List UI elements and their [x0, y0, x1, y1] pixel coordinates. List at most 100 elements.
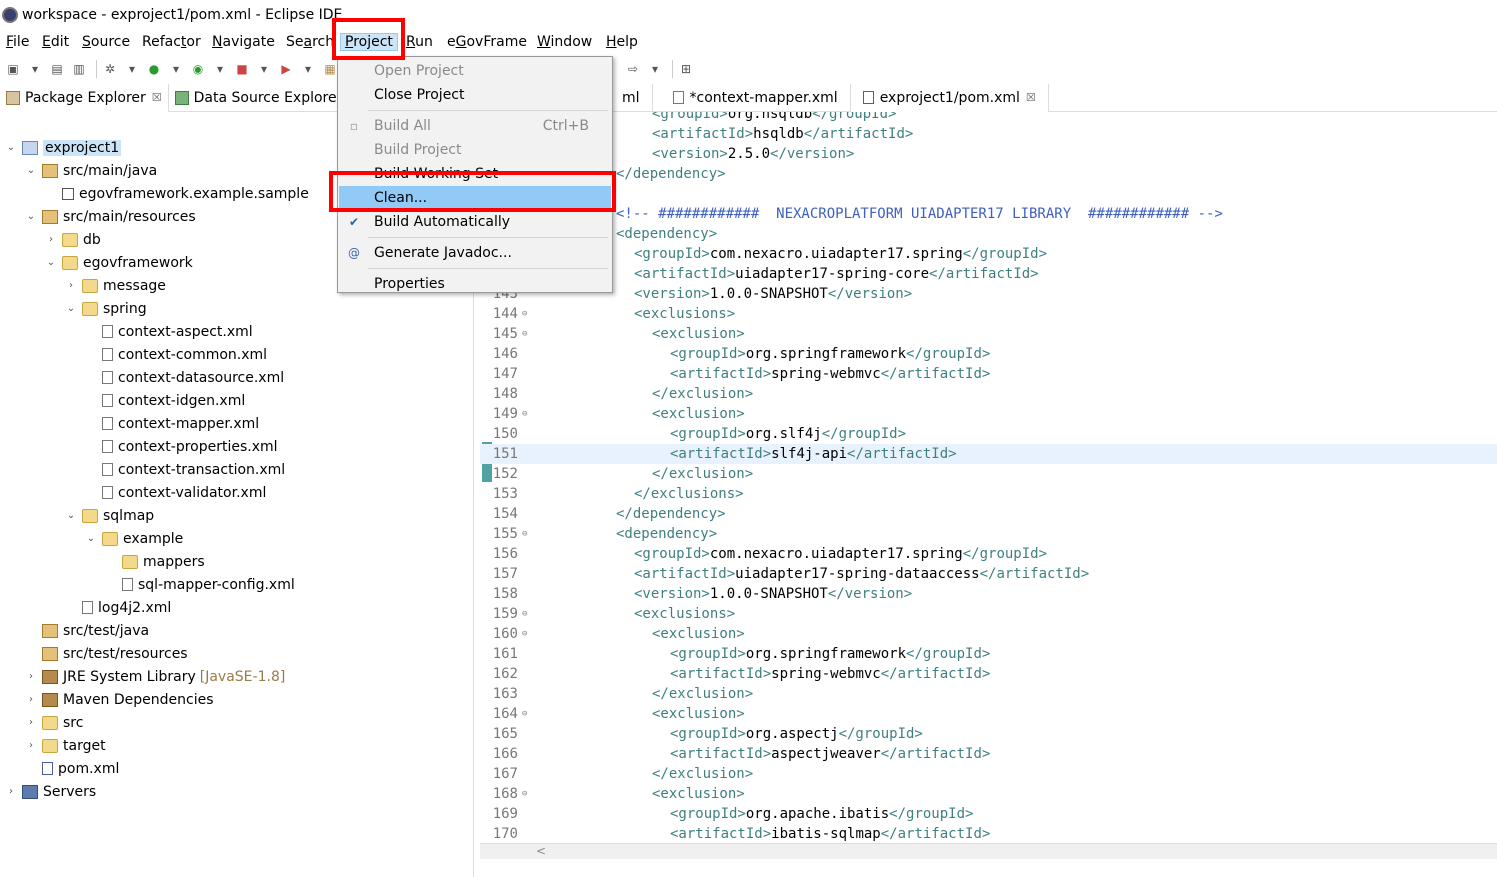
- fold-icon[interactable]: ⊖: [522, 629, 532, 639]
- tab-package-explorer[interactable]: Package Explorer ☒: [0, 83, 169, 112]
- fold-icon[interactable]: ⊖: [522, 609, 532, 619]
- tree-item[interactable]: › Servers: [4, 780, 96, 803]
- code-line[interactable]: 153 </exclusions>: [480, 484, 1497, 504]
- code-line[interactable]: <dependency>: [480, 224, 1497, 244]
- chevron-right-icon[interactable]: ›: [24, 694, 38, 705]
- scroll-left-arrow-icon[interactable]: <: [536, 844, 546, 858]
- tree-item[interactable]: mappers: [104, 550, 205, 573]
- code-line[interactable]: 151 <artifactId>slf4j-api</artifactId>: [480, 444, 1497, 464]
- chevron-down-icon[interactable]: ⌄: [24, 165, 38, 176]
- server-icon[interactable]: ▶: [277, 60, 295, 78]
- menu-item-open-project[interactable]: Open Project: [339, 59, 611, 82]
- menu-egovframe[interactable]: eGovFrame: [443, 34, 531, 50]
- fold-icon[interactable]: ⊖: [522, 789, 532, 799]
- code-line[interactable]: 150 <groupId>org.slf4j</groupId>: [480, 424, 1497, 444]
- code-editor[interactable]: <groupId>org.hsqldb</groupId> <artifactId…: [480, 112, 1497, 852]
- dropdown-arrow-icon[interactable]: ▾: [299, 60, 317, 78]
- code-line[interactable]: <groupId>org.hsqldb</groupId>: [480, 112, 1497, 124]
- menu-navigate[interactable]: Navigate: [208, 34, 279, 50]
- fold-icon[interactable]: ⊖: [522, 709, 532, 719]
- menu-window[interactable]: Window: [533, 34, 596, 50]
- menu-item-generate-javadoc[interactable]: @ Generate Javadoc...: [339, 241, 611, 264]
- tree-item[interactable]: context-mapper.xml: [84, 412, 259, 435]
- dropdown-arrow-icon[interactable]: ▾: [26, 60, 44, 78]
- tree-item[interactable]: context-properties.xml: [84, 435, 278, 458]
- code-line[interactable]: 160 ⊖ <exclusion>: [480, 624, 1497, 644]
- menu-item-build-automatically[interactable]: ✔ Build Automatically: [339, 210, 611, 233]
- code-line[interactable]: 148 </exclusion>: [480, 384, 1497, 404]
- tree-item[interactable]: egovframework.example.sample: [44, 182, 309, 205]
- tree-item[interactable]: context-transaction.xml: [84, 458, 285, 481]
- editor-tab[interactable]: *context-mapper.xml: [653, 83, 851, 112]
- open-perspective-icon[interactable]: ⊞: [677, 60, 695, 78]
- code-line[interactable]: 145 ⊖ <exclusion>: [480, 324, 1497, 344]
- code-line[interactable]: 168 ⊖ <exclusion>: [480, 784, 1497, 804]
- code-line[interactable]: 155 ⊖ <dependency>: [480, 524, 1497, 544]
- debug-icon[interactable]: ✲: [101, 60, 119, 78]
- code-line[interactable]: 146 <groupId>org.springframework</groupId…: [480, 344, 1497, 364]
- menu-item-close-project[interactable]: Close Project: [339, 83, 611, 106]
- code-line[interactable]: 149 ⊖ <exclusion>: [480, 404, 1497, 424]
- chevron-right-icon[interactable]: ›: [24, 717, 38, 728]
- tree-item[interactable]: context-datasource.xml: [84, 366, 284, 389]
- tree-item[interactable]: src/test/resources: [24, 642, 188, 665]
- code-line[interactable]: 164 ⊖ <exclusion>: [480, 704, 1497, 724]
- tree-item[interactable]: › JRE System Library [JavaSE-1.8]: [24, 665, 285, 688]
- dropdown-arrow-icon[interactable]: ▾: [646, 60, 664, 78]
- dropdown-arrow-icon[interactable]: ▾: [167, 60, 185, 78]
- tree-item[interactable]: pom.xml: [24, 757, 119, 780]
- code-line[interactable]: 158 <version>1.0.0-SNAPSHOT</version>: [480, 584, 1497, 604]
- code-line[interactable]: 154 </dependency>: [480, 504, 1497, 524]
- save-all-icon[interactable]: ▥: [70, 60, 88, 78]
- tree-item[interactable]: ⌄ src/main/java: [24, 159, 157, 182]
- fold-icon[interactable]: ⊖: [522, 409, 532, 419]
- code-line[interactable]: <artifactId>hsqldb</artifactId>: [480, 124, 1497, 144]
- fold-icon[interactable]: ⊖: [522, 529, 532, 539]
- chevron-right-icon[interactable]: ›: [24, 671, 38, 682]
- code-line[interactable]: 143 <version>1.0.0-SNAPSHOT</version>: [480, 284, 1497, 304]
- new-icon[interactable]: ▣: [4, 60, 22, 78]
- tree-item[interactable]: › message: [64, 274, 166, 297]
- menu-help[interactable]: Help: [602, 34, 642, 50]
- run-icon[interactable]: ●: [145, 60, 163, 78]
- chevron-right-icon[interactable]: ›: [64, 280, 78, 291]
- code-line[interactable]: <artifactId>uiadapter17-spring-core</art…: [480, 264, 1497, 284]
- code-line[interactable]: 161 <groupId>org.springframework</groupId…: [480, 644, 1497, 664]
- code-line[interactable]: 147 <artifactId>spring-webmvc</artifactId…: [480, 364, 1497, 384]
- chevron-right-icon[interactable]: ›: [24, 740, 38, 751]
- tree-item[interactable]: log4j2.xml: [64, 596, 171, 619]
- chevron-down-icon[interactable]: ⌄: [64, 510, 78, 521]
- code-line[interactable]: [480, 184, 1497, 204]
- tree-item[interactable]: src/test/java: [24, 619, 149, 642]
- code-line[interactable]: <!-- ############ NEXACROPLATFORM UIADAP…: [480, 204, 1497, 224]
- menu-item-build-all[interactable]: ▫ Build All Ctrl+B: [339, 114, 611, 137]
- code-line[interactable]: 156 <groupId>com.nexacro.uiadapter17.spri…: [480, 544, 1497, 564]
- editor-tab-active[interactable]: exproject1/pom.xml ☒: [850, 83, 1049, 112]
- tree-item[interactable]: context-common.xml: [84, 343, 267, 366]
- menu-item-build-project[interactable]: Build Project: [339, 138, 611, 161]
- tree-item[interactable]: ⌄ spring: [64, 297, 147, 320]
- code-line[interactable]: 165 <groupId>org.aspectj</groupId>: [480, 724, 1497, 744]
- tree-item[interactable]: context-aspect.xml: [84, 320, 253, 343]
- dropdown-arrow-icon[interactable]: ▾: [123, 60, 141, 78]
- tab-data-source-explorer[interactable]: Data Source Explorer: [169, 84, 349, 112]
- editor-tab[interactable]: ml: [610, 83, 653, 112]
- dropdown-arrow-icon[interactable]: ▾: [255, 60, 273, 78]
- code-line[interactable]: 170 <artifactId>ibatis-sqlmap</artifactId…: [480, 824, 1497, 844]
- code-line[interactable]: </dependency>: [480, 164, 1497, 184]
- code-line[interactable]: 159 ⊖ <exclusions>: [480, 604, 1497, 624]
- tree-item[interactable]: ⌄ egovframework: [44, 251, 193, 274]
- tree-item[interactable]: › Maven Dependencies: [24, 688, 214, 711]
- horizontal-scrollbar[interactable]: <: [480, 843, 1497, 859]
- code-line[interactable]: 167 </exclusion>: [480, 764, 1497, 784]
- menu-search[interactable]: Search: [282, 34, 338, 50]
- forward-arrow-icon[interactable]: ⇨: [624, 60, 642, 78]
- code-line[interactable]: 144 ⊖ <exclusions>: [480, 304, 1497, 324]
- chevron-down-icon[interactable]: ⌄: [64, 303, 78, 314]
- tree-item[interactable]: ⌄ sqlmap: [64, 504, 154, 527]
- close-icon[interactable]: ☒: [152, 91, 162, 104]
- tree-item[interactable]: ⌄ src/main/resources: [24, 205, 196, 228]
- tree-item[interactable]: ⌄ example: [84, 527, 183, 550]
- code-line[interactable]: <groupId>com.nexacro.uiadapter17.spring<…: [480, 244, 1497, 264]
- tree-item[interactable]: › target: [24, 734, 106, 757]
